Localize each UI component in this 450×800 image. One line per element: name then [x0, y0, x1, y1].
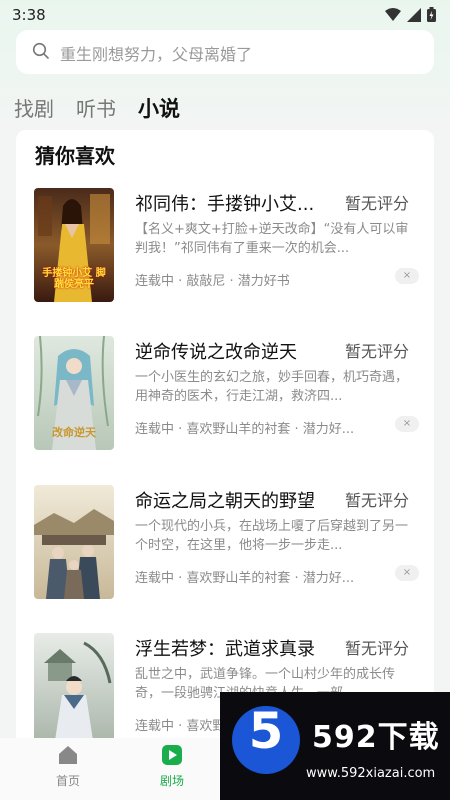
battery-icon [427, 7, 436, 26]
nav-theater[interactable]: 剧场 [142, 744, 202, 789]
book-description: 一个现代的小兵，在战场上嗄了后穿越到了另一个时空，在这里，他将一步一步走... [135, 519, 409, 553]
tab-find-drama[interactable]: 找剧 [14, 93, 54, 122]
nav-home-label: 首页 [55, 774, 80, 788]
close-icon[interactable]: × [395, 416, 419, 432]
watermark-logo: 5 592下载 www.592xiazai.com [220, 692, 450, 800]
book-cover[interactable]: 手搂钟小艾 脚踹侯亮平 [34, 188, 114, 302]
book-rating: 暂无评分 [345, 194, 410, 213]
nav-home[interactable]: 首页 [38, 744, 98, 789]
watermark-brand: 592下载 [312, 720, 440, 755]
book-title: 命运之局之朝天的野望 [135, 491, 315, 512]
book-cover[interactable] [34, 633, 114, 747]
book-title: 浮生若梦：武道求真录 [135, 639, 315, 660]
book-rating: 暂无评分 [345, 491, 410, 510]
book-cover[interactable] [34, 485, 114, 599]
watermark-digit: 5 [248, 702, 284, 760]
cover-text: 改命逆天 [52, 426, 96, 439]
search-placeholder: 重生刚想努力，父母离婚了 [60, 45, 253, 64]
status-bar: 3:38 [0, 0, 450, 30]
wifi-icon [385, 7, 401, 26]
category-tabs: 找剧 听书 小说 [14, 93, 180, 123]
search-bar[interactable]: 重生刚想努力，父母离婚了 [16, 30, 434, 74]
book-meta: 连载中 · 喜欢野山羊的衬套 · 潜力好... [135, 571, 355, 586]
book-title: 祁同伟：手搂钟小艾... [135, 194, 315, 215]
play-icon [161, 745, 183, 770]
book-description: 【名义+爽文+打脸+逆天改命】“没有人可以审判我！”祁同伟有了重来一次的机会..… [135, 222, 409, 256]
nav-theater-label: 剧场 [159, 774, 184, 788]
section-title: 猜你喜欢 [35, 144, 115, 168]
book-cover[interactable]: 改命逆天 [34, 336, 114, 450]
close-icon[interactable]: × [395, 268, 419, 284]
book-item[interactable]: 命运之局之朝天的野望 暂无评分 一个现代的小兵，在战场上嗄了后穿越到了另一个时空… [16, 485, 434, 615]
recommend-panel: 猜你喜欢 手搂钟小艾 脚踹侯亮平 祁同伟：手搂钟小艾... 暂无评分 【名义+爽… [16, 130, 434, 750]
status-time: 3:38 [12, 6, 46, 24]
cover-text: 手搂钟小艾 脚踹侯亮平 [42, 268, 106, 290]
status-icons [385, 7, 436, 26]
search-icon [32, 42, 50, 64]
book-rating: 暂无评分 [345, 639, 410, 658]
signal-icon [407, 7, 421, 26]
book-title: 逆命传说之改命逆天 [135, 342, 297, 363]
book-item[interactable]: 手搂钟小艾 脚踹侯亮平 祁同伟：手搂钟小艾... 暂无评分 【名义+爽文+打脸+… [16, 188, 434, 318]
tab-novel[interactable]: 小说 [138, 93, 180, 123]
tab-audiobook[interactable]: 听书 [76, 93, 116, 122]
book-meta: 连载中 · 敲敲尼 · 潜力好书 [135, 274, 290, 289]
book-item[interactable]: 改命逆天 逆命传说之改命逆天 暂无评分 一个小医生的玄幻之旅，妙手回春，机巧奇遇… [16, 336, 434, 466]
book-description: 一个小医生的玄幻之旅，妙手回春，机巧奇遇，用神奇的医术，行走江湖，救济四... [135, 370, 409, 404]
home-icon [57, 746, 79, 770]
book-meta: 连载中 · 喜欢野山羊的衬套 · 潜力好... [135, 422, 355, 437]
watermark-url: www.592xiazai.com [306, 766, 436, 781]
close-icon[interactable]: × [395, 565, 419, 581]
book-rating: 暂无评分 [345, 342, 410, 361]
